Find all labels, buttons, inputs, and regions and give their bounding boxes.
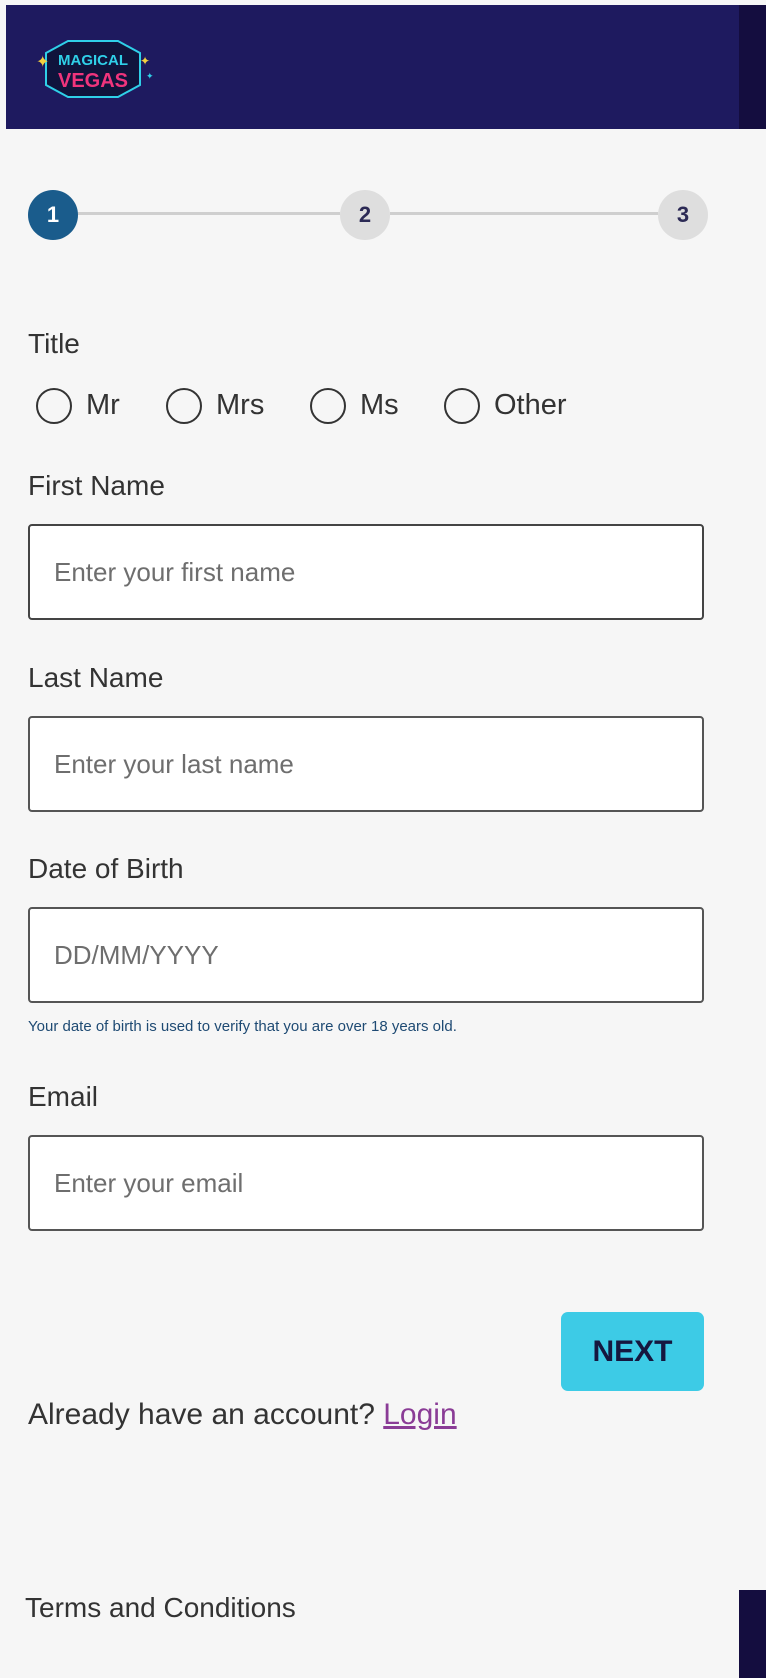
step-2: 2 bbox=[340, 190, 390, 240]
corner-block bbox=[739, 1590, 766, 1678]
next-button[interactable]: NEXT bbox=[561, 1312, 704, 1391]
account-prompt: Already have an account? Login bbox=[28, 1398, 457, 1432]
first-name-label: First Name bbox=[28, 470, 165, 501]
radio-label-mrs: Mrs bbox=[216, 389, 265, 421]
radio-circle[interactable] bbox=[166, 388, 202, 424]
first-name-input[interactable] bbox=[28, 524, 704, 620]
dob-hint: Your date of birth is used to verify tha… bbox=[28, 1018, 457, 1035]
last-name-label: Last Name bbox=[28, 662, 164, 693]
magical-vegas-logo[interactable]: MAGICAL VEGAS ✦ ✦ ✦ bbox=[28, 35, 156, 105]
header-edge bbox=[739, 5, 766, 129]
radio-label-other: Other bbox=[494, 389, 567, 421]
sparkle-icon: ✦ bbox=[146, 71, 154, 81]
step-connector bbox=[390, 212, 658, 215]
radio-label-ms: Ms bbox=[360, 389, 399, 421]
email-label: Email bbox=[28, 1081, 99, 1112]
registration-stepper: 1 2 3 bbox=[28, 190, 708, 240]
site-header: MAGICAL VEGAS ✦ ✦ ✦ bbox=[6, 5, 739, 129]
sparkle-icon: ✦ bbox=[36, 54, 49, 71]
email-input[interactable] bbox=[28, 1135, 704, 1231]
step-1: 1 bbox=[28, 190, 78, 240]
dob-input[interactable] bbox=[28, 907, 704, 1003]
account-prompt-text: Already have an account? bbox=[28, 1398, 375, 1431]
login-link[interactable]: Login bbox=[383, 1398, 456, 1431]
radio-label-mr: Mr bbox=[86, 389, 120, 421]
step-connector bbox=[78, 212, 340, 215]
step-3: 3 bbox=[658, 190, 708, 240]
title-label: Title bbox=[28, 328, 80, 359]
radio-circle[interactable] bbox=[310, 388, 346, 424]
terms-link[interactable]: Terms and Conditions bbox=[25, 1592, 296, 1624]
sparkle-icon: ✦ bbox=[140, 54, 150, 68]
logo-text-top: MAGICAL bbox=[58, 52, 128, 69]
radio-circle[interactable] bbox=[444, 388, 480, 424]
radio-circle[interactable] bbox=[36, 388, 72, 424]
dob-label: Date of Birth bbox=[28, 853, 184, 884]
logo-text-bottom: VEGAS bbox=[58, 70, 128, 92]
last-name-input[interactable] bbox=[28, 716, 704, 812]
